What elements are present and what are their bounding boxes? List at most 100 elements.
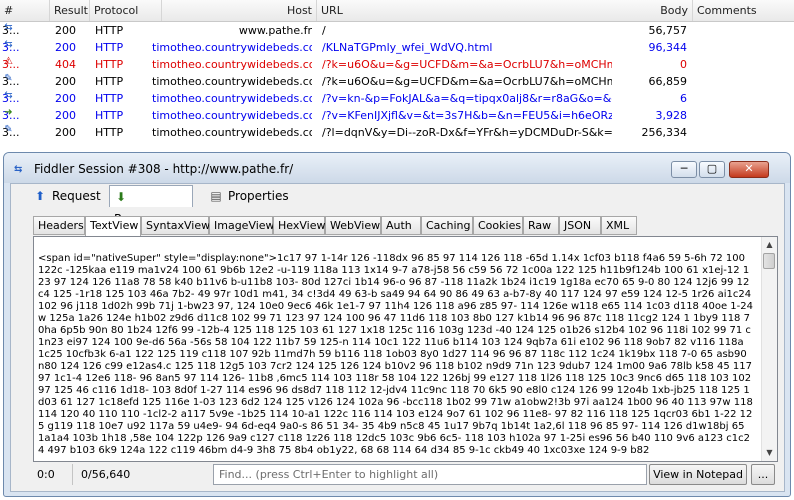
column-header-protocol[interactable]: Protocol [90, 0, 162, 21]
response-text-view[interactable]: <span id="nativeSuper" style="display:no… [33, 236, 778, 462]
host: timotheo.countrywidebeds.com [152, 41, 312, 54]
fiddler-session-icon: ⇆ [14, 164, 23, 175]
result-code: 200 [55, 109, 76, 122]
body-size: 3,928 [655, 109, 688, 122]
cursor-position: 0:0 [33, 464, 73, 485]
view-in-notepad-button[interactable]: View in Notepad [649, 464, 747, 485]
url: /?l=dqnV&y=Di--zoR-Dx&f=YFr&h=yDCMDuDr-S… [322, 126, 612, 139]
html-page-icon: ⇆ [4, 39, 13, 50]
host: timotheo.countrywidebeds.com [152, 109, 312, 122]
body-size: 96,344 [648, 41, 688, 54]
protocol: HTTP [95, 41, 124, 54]
body-size: 256,334 [641, 126, 688, 139]
url: /?k=u6O&u=&g=UCFD&m=&a=OcrbLU7&h=oMCHmFD… [322, 75, 612, 88]
tab-properties[interactable]: ▤ Properties [205, 185, 295, 207]
host: www.pathe.fr [238, 24, 312, 37]
table-row[interactable]: ➜ 3... 200 HTTP timotheo.countrywidebeds.com… [0, 107, 794, 124]
tab-caching[interactable]: Caching [421, 216, 473, 235]
tab-syntaxview[interactable]: SyntaxView [141, 216, 210, 235]
result-code: 200 [55, 126, 76, 139]
selection-size: 0/56,640 [81, 468, 131, 481]
session-window-content: ⬆ Request ⬇Response ▤ Properties Headers T… [10, 183, 785, 492]
tab-json[interactable]: JSON [559, 216, 601, 235]
properties-icon: ▤ [210, 189, 222, 203]
request-arrows-icon: ⇆ [4, 22, 13, 33]
session-number: ⚠ 3... [2, 56, 20, 71]
column-header-result[interactable]: Result [50, 0, 90, 21]
tab-textview[interactable]: TextView [85, 216, 141, 237]
host: timotheo.countrywidebeds.com [152, 126, 312, 139]
column-header-body[interactable]: Body [603, 0, 693, 21]
result-code: 200 [55, 75, 76, 88]
protocol: HTTP [95, 109, 124, 122]
url: / [322, 24, 326, 37]
column-header-comments[interactable]: Comments [693, 0, 794, 21]
more-options-button[interactable]: ... [751, 464, 775, 485]
find-input[interactable]: Find... (press Ctrl+Enter to highlight a… [213, 464, 647, 485]
session-number: ⇆ 3... [2, 22, 20, 37]
tab-hexview[interactable]: HexView [273, 216, 325, 235]
maximize-button[interactable]: ▢ [699, 161, 725, 178]
url: /?v=kn-&p=FokJAL&a=&q=tipqx0alj8&r=r8aG&… [322, 92, 612, 105]
body-size: 0 [680, 58, 687, 71]
session-list-header: # Result Protocol Host URL Body Comments [0, 0, 794, 22]
table-row[interactable]: ✎ 3... 200 HTTP timotheo.countrywidebeds.com… [0, 124, 794, 141]
script-icon: ✎ [4, 124, 13, 135]
tab-webview[interactable]: WebView [325, 216, 381, 235]
table-row[interactable]: ⚠ 3... 404 HTTP timotheo.countrywidebeds.com… [0, 56, 794, 73]
session-number: ⇆ 3... [2, 90, 20, 105]
protocol: HTTP [95, 24, 124, 37]
window-title: Fiddler Session #308 - http://www.pathe.… [34, 162, 294, 176]
result-code: 200 [55, 92, 76, 105]
session-number: ✎ 3... [2, 124, 20, 139]
minimize-button[interactable]: ─ [671, 161, 697, 178]
tab-headers[interactable]: Headers [33, 216, 85, 235]
scroll-up-arrow-icon[interactable]: ▲ [763, 238, 776, 252]
body-size: 56,757 [648, 24, 688, 37]
script-icon: ✎ [4, 73, 13, 84]
session-number: ⇆ 3... [2, 39, 20, 54]
protocol: HTTP [95, 126, 124, 139]
scrollbar-thumb[interactable] [763, 253, 775, 269]
status-bar: 0:0 0/56,640 Find... (press Ctrl+Enter t… [33, 464, 778, 486]
column-header-number[interactable]: # [0, 0, 50, 21]
protocol: HTTP [95, 75, 124, 88]
session-number: ➜ 3... [2, 107, 20, 122]
request-arrows-icon: ⇆ [4, 90, 13, 101]
table-row[interactable]: ⇆ 3... 200 HTTP timotheo.countrywidebeds.com… [0, 39, 794, 56]
session-number: ✎ 3... [2, 73, 20, 88]
result-code: 404 [55, 58, 76, 71]
url: /?k=u6O&u=&g=UCFD&m=&a=OcrbLU7&h=oMCHmFD… [322, 58, 612, 71]
tab-auth[interactable]: Auth [381, 216, 421, 235]
vertical-scrollbar[interactable]: ▲ ▼ [761, 237, 777, 461]
upload-arrow-icon: ⬆ [34, 189, 46, 203]
close-button[interactable]: ✕ [729, 161, 769, 178]
scroll-down-arrow-icon[interactable]: ▼ [763, 446, 776, 460]
tab-raw[interactable]: Raw [523, 216, 559, 235]
tab-imageview[interactable]: ImageView [209, 216, 275, 235]
tab-xml[interactable]: XML [601, 216, 637, 235]
warning-icon: ⚠ [4, 56, 13, 67]
tab-response[interactable]: ⬇Response [109, 185, 193, 226]
tab-request[interactable]: ⬆ Request [29, 185, 107, 207]
body-size: 66,859 [648, 75, 688, 88]
result-code: 200 [55, 41, 76, 54]
protocol: HTTP [95, 92, 124, 105]
url: /KLNaTGPmly_wfei_WdVQ.html [322, 41, 493, 54]
session-window[interactable]: ⇆ Fiddler Session #308 - http://www.path… [3, 152, 791, 497]
response-body-text[interactable]: <span id="nativeSuper" style="display:no… [38, 253, 753, 459]
result-code: 200 [55, 24, 76, 37]
host: timotheo.countrywidebeds.com [152, 92, 312, 105]
table-row[interactable]: ⇆ 3... 200 HTTP timotheo.countrywidebeds.com… [0, 90, 794, 107]
table-row[interactable]: ✎ 3... 200 HTTP timotheo.countrywidebeds.com… [0, 73, 794, 90]
session-list: # Result Protocol Host URL Body Comments… [0, 0, 794, 160]
url: /?v=KFenIJXjfl&v=&t=3s7H&b=&n=FEU5&i=h6e… [322, 109, 612, 122]
host: timotheo.countrywidebeds.com [152, 75, 312, 88]
protocol: HTTP [95, 58, 124, 71]
tab-cookies[interactable]: Cookies [473, 216, 523, 235]
table-row[interactable]: ⇆ 3... 200 HTTP www.pathe.fr / 56,757 [0, 22, 794, 39]
tab-properties-label: Properties [228, 189, 289, 203]
column-header-host[interactable]: Host [162, 0, 317, 21]
download-arrow-icon: ⬇ [115, 190, 127, 204]
tab-request-label: Request [52, 189, 101, 203]
